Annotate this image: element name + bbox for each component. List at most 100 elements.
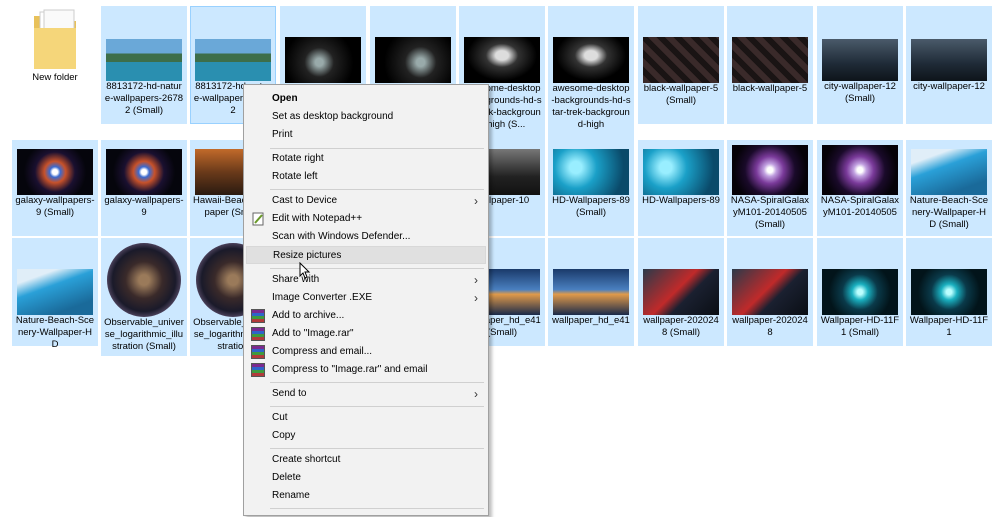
- file-item[interactable]: awesome-desktop-backgrounds-hd-star-trek…: [548, 6, 634, 140]
- file-item[interactable]: Wallpaper-HD-11F1 (Small): [817, 238, 903, 346]
- winrar-icon: [251, 345, 265, 359]
- file-item[interactable]: HD-Wallpapers-89: [638, 140, 724, 236]
- menu-separator: [270, 189, 484, 190]
- mouse-cursor-icon: [299, 261, 311, 280]
- file-label: Wallpaper-HD-11F1 (Small): [820, 315, 900, 338]
- file-label: galaxy-wallpapers-9 (Small): [15, 195, 95, 218]
- menu-item-rotate-right[interactable]: Rotate right: [246, 150, 486, 168]
- image-thumbnail: [553, 37, 629, 83]
- file-label: black-wallpaper-5 (Small): [643, 83, 719, 106]
- file-item[interactable]: black-wallpaper-5 (Small): [638, 6, 724, 124]
- file-item[interactable]: galaxy-wallpapers-9: [101, 140, 187, 236]
- image-thumbnail: [911, 269, 987, 315]
- menu-item-create-shortcut[interactable]: Create shortcut: [246, 451, 486, 469]
- image-thumbnail: [553, 149, 629, 195]
- image-thumbnail: [375, 37, 451, 83]
- chevron-right-icon: ›: [474, 387, 478, 401]
- file-new-folder[interactable]: New folder: [12, 6, 98, 102]
- file-label: black-wallpaper-5: [732, 83, 808, 94]
- menu-item-compress-and-email[interactable]: Compress and email...: [246, 343, 486, 361]
- menu-item-print[interactable]: Print: [246, 126, 486, 144]
- image-thumbnail: [822, 269, 898, 315]
- file-label: wallpaper-2020248 (Small): [643, 315, 719, 338]
- winrar-icon: [251, 309, 265, 323]
- image-thumbnail: [106, 149, 182, 195]
- file-item[interactable]: wallpaper_hd_e41: [548, 238, 634, 346]
- menu-item-scan-windows-defender[interactable]: Scan with Windows Defender...: [246, 228, 486, 246]
- menu-item-compress-to-image-rar-email[interactable]: Compress to "Image.rar" and email: [246, 361, 486, 379]
- chevron-right-icon: ›: [474, 273, 478, 287]
- menu-item-copy[interactable]: Copy: [246, 427, 486, 445]
- menu-item-resize-pictures[interactable]: Resize pictures: [246, 246, 486, 264]
- file-label: wallpaper-2020248: [732, 315, 808, 338]
- file-item[interactable]: Wallpaper-HD-11F1: [906, 238, 992, 346]
- image-thumbnail: [822, 145, 898, 195]
- winrar-icon: [251, 363, 265, 377]
- folder-icon: [32, 6, 78, 72]
- menu-item-edit-with-notepad[interactable]: Edit with Notepad++: [246, 210, 486, 228]
- file-label: wallpaper_hd_e41: [552, 315, 630, 326]
- file-label: HD-Wallpapers-89: [642, 195, 720, 206]
- image-thumbnail: [732, 145, 808, 195]
- file-label: HD-Wallpapers-89 (Small): [552, 195, 630, 218]
- menu-separator: [270, 382, 484, 383]
- file-label: Wallpaper-HD-11F1: [909, 315, 989, 338]
- file-item[interactable]: NASA-SpiralGalaxyM101-20140505: [817, 140, 903, 236]
- notepad-plus-plus-icon: [251, 212, 265, 226]
- context-menu: Open Set as desktop background Print Rot…: [243, 84, 489, 516]
- menu-item-cast-to-device[interactable]: Cast to Device ›: [246, 192, 486, 210]
- file-label: galaxy-wallpapers-9: [104, 195, 184, 218]
- file-item[interactable]: Nature-Beach-Scenery-Wallpaper-HD (Small…: [906, 140, 992, 236]
- image-thumbnail: [195, 39, 271, 81]
- image-thumbnail: [732, 37, 808, 83]
- image-thumbnail: [643, 269, 719, 315]
- file-label: Nature-Beach-Scenery-Wallpaper-HD (Small…: [909, 195, 989, 230]
- file-label: Observable_universe_logarithmic_illustra…: [104, 317, 184, 352]
- menu-item-cut[interactable]: Cut: [246, 409, 486, 427]
- image-thumbnail: [553, 269, 629, 315]
- file-item[interactable]: wallpaper-2020248 (Small): [638, 238, 724, 346]
- file-item[interactable]: Nature-Beach-Scenery-Wallpaper-HD: [12, 238, 98, 350]
- menu-item-send-to[interactable]: Send to ›: [246, 385, 486, 403]
- image-thumbnail: [911, 149, 987, 195]
- image-thumbnail: [643, 37, 719, 83]
- file-item[interactable]: city-wallpaper-12: [906, 6, 992, 124]
- menu-item-set-desktop-background[interactable]: Set as desktop background: [246, 108, 486, 126]
- image-thumbnail: [911, 39, 987, 81]
- menu-separator: [270, 148, 484, 149]
- image-thumbnail: [107, 243, 181, 317]
- file-item[interactable]: black-wallpaper-5: [727, 6, 813, 124]
- file-label: NASA-SpiralGalaxyM101-20140505 (Small): [730, 195, 810, 230]
- file-item[interactable]: NASA-SpiralGalaxyM101-20140505 (Small): [727, 140, 813, 236]
- menu-separator: [270, 508, 484, 509]
- file-label: Nature-Beach-Scenery-Wallpaper-HD: [15, 315, 95, 350]
- file-label: city-wallpaper-12: [913, 81, 985, 92]
- menu-item-share-with[interactable]: Share with ›: [246, 271, 486, 289]
- file-item[interactable]: Observable_universe_logarithmic_illustra…: [101, 238, 187, 356]
- menu-item-add-to-archive[interactable]: Add to archive...: [246, 307, 486, 325]
- winrar-icon: [251, 327, 265, 341]
- image-thumbnail: [17, 149, 93, 195]
- menu-item-rename[interactable]: Rename: [246, 487, 486, 505]
- file-label: NASA-SpiralGalaxyM101-20140505: [820, 195, 900, 218]
- menu-item-open[interactable]: Open: [246, 90, 486, 108]
- image-thumbnail: [17, 269, 93, 315]
- file-item[interactable]: 8813172-hd-nature-wallpapers-26782 (Smal…: [101, 6, 187, 124]
- menu-separator: [270, 406, 484, 407]
- menu-item-image-converter[interactable]: Image Converter .EXE ›: [246, 289, 486, 307]
- file-item[interactable]: galaxy-wallpapers-9 (Small): [12, 140, 98, 236]
- file-item[interactable]: HD-Wallpapers-89 (Small): [548, 140, 634, 236]
- file-label: New folder: [32, 72, 78, 83]
- image-thumbnail: [822, 39, 898, 81]
- file-item[interactable]: wallpaper-2020248: [727, 238, 813, 346]
- image-thumbnail: [106, 39, 182, 81]
- menu-item-rotate-left[interactable]: Rotate left: [246, 168, 486, 186]
- menu-separator: [270, 448, 484, 449]
- file-label: city-wallpaper-12 (Small): [824, 81, 896, 104]
- menu-item-add-to-image-rar[interactable]: Add to "Image.rar": [246, 325, 486, 343]
- file-item[interactable]: city-wallpaper-12 (Small): [817, 6, 903, 124]
- menu-item-delete[interactable]: Delete: [246, 469, 486, 487]
- image-thumbnail: [464, 37, 540, 83]
- file-label: 8813172-hd-nature-wallpapers-26782 (Smal…: [104, 81, 184, 116]
- image-thumbnail: [285, 37, 361, 83]
